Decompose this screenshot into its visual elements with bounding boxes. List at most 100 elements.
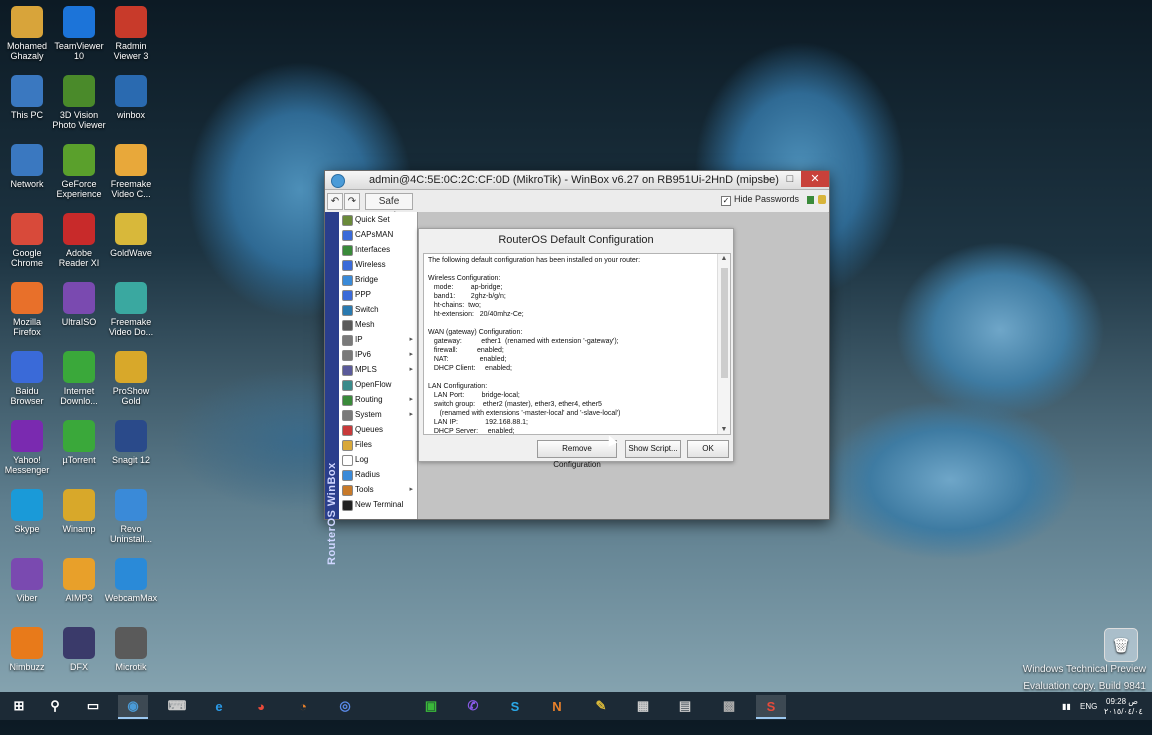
- vertical-scrollbar[interactable]: ▲ ▼: [717, 254, 730, 434]
- menu-item-log[interactable]: Log: [339, 452, 417, 467]
- menu-item-interfaces[interactable]: Interfaces: [339, 242, 417, 257]
- scroll-up-icon[interactable]: ▲: [720, 255, 728, 262]
- menu-item-label: Bridge: [355, 275, 379, 284]
- menu-item-quick-set[interactable]: Quick Set: [339, 212, 417, 227]
- chrome-taskbar-icon[interactable]: ◕: [246, 695, 276, 717]
- menu-item-ipv6[interactable]: IPv6 ▸: [339, 347, 417, 362]
- winbox-taskbar-icon[interactable]: ◉: [118, 695, 148, 719]
- desktop-icon-mikrotik[interactable]: Microtik: [100, 627, 162, 672]
- desktop-icon-freemake-downloader[interactable]: Freemake Video Do...: [100, 282, 162, 337]
- bridge-icon: [342, 275, 353, 286]
- desktop-icon-winbox[interactable]: winbox: [100, 75, 162, 120]
- config-line: [428, 319, 714, 328]
- checkbox-checked-icon: ✓: [720, 196, 731, 206]
- menu-item-label: MPLS: [355, 365, 377, 374]
- config-line: switch group: ether2 (master), ether3, e…: [428, 401, 602, 408]
- webcammax-icon: [115, 558, 147, 590]
- maximize-button[interactable]: □: [779, 171, 801, 187]
- desktop-icon-proshow[interactable]: ProShow Gold: [100, 351, 162, 406]
- ie-icon[interactable]: e: [204, 695, 234, 717]
- paint-taskbar-icon[interactable]: ✎: [586, 695, 616, 717]
- safe-mode-button[interactable]: Safe Mode: [365, 193, 413, 222]
- menu-item-routing[interactable]: Routing ▸: [339, 392, 417, 407]
- menu-item-tools[interactable]: Tools ▸: [339, 482, 417, 497]
- screen-taskbar-icon[interactable]: ▩: [714, 695, 744, 717]
- search-icon[interactable]: ⚲: [40, 695, 70, 717]
- ipv6-icon: [342, 350, 353, 361]
- firefox-icon: [11, 282, 43, 314]
- minimize-button[interactable]: –: [757, 171, 779, 187]
- language-indicator[interactable]: ENG: [1080, 702, 1097, 730]
- proshow-icon: [115, 351, 147, 383]
- nimbuzz-taskbar-icon[interactable]: N: [542, 695, 572, 717]
- menu-item-new-terminal[interactable]: New Terminal: [339, 497, 417, 512]
- ok-button[interactable]: OK: [687, 440, 729, 458]
- notepad-taskbar-icon[interactable]: ▤: [670, 695, 700, 717]
- scroll-down-icon[interactable]: ▼: [720, 426, 728, 433]
- redo-button[interactable]: ↷: [344, 193, 360, 210]
- scrollbar-thumb[interactable]: [721, 268, 728, 378]
- undo-button[interactable]: ↶: [327, 193, 343, 210]
- task-view-icon[interactable]: ▭: [78, 695, 108, 717]
- goldwave-icon: [115, 213, 147, 245]
- menu-item-bridge[interactable]: Bridge: [339, 272, 417, 287]
- config-line: LAN IP: 192.168.88.1;: [428, 419, 528, 426]
- desktop-icon-label: GoldWave: [110, 248, 152, 258]
- baidu-icon: [11, 351, 43, 383]
- store-taskbar-icon[interactable]: ▣: [416, 695, 446, 717]
- desktop-icon-webcammax[interactable]: WebcamMax: [100, 558, 162, 603]
- close-button[interactable]: ✕: [801, 171, 829, 187]
- config-textbox[interactable]: The following default configuration has …: [423, 253, 731, 435]
- desktop-icon-label: Freemake Video Do...: [108, 317, 154, 337]
- config-line: gateway: ether1 (renamed with extension …: [428, 338, 619, 345]
- menu-item-ppp[interactable]: PPP: [339, 287, 417, 302]
- menu-item-mpls[interactable]: MPLS ▸: [339, 362, 417, 377]
- menu-item-system[interactable]: System ▸: [339, 407, 417, 422]
- window-titlebar[interactable]: admin@4C:5E:0C:2C:CF:0D (MikroTik) - Win…: [325, 171, 829, 190]
- menu-item-capsman[interactable]: CAPsMAN: [339, 227, 417, 242]
- config-line: DHCP Client: enabled;: [428, 365, 512, 372]
- menu-item-queues[interactable]: Queues: [339, 422, 417, 437]
- interfaces-icon: [342, 245, 353, 256]
- menu-item-openflow[interactable]: OpenFlow: [339, 377, 417, 392]
- firefox-taskbar-icon[interactable]: ◔: [288, 695, 318, 717]
- queues-icon: [342, 425, 353, 436]
- computer-icon: [11, 75, 43, 107]
- desktop-icon-recycle-bin[interactable]: 🗑: [1090, 628, 1152, 665]
- menu-item-mesh[interactable]: Mesh: [339, 317, 417, 332]
- sidebar: RouterOS WinBox Quick Set CAPsMAN Interfac…: [325, 212, 418, 565]
- desktop-icon-goldwave[interactable]: GoldWave: [100, 213, 162, 258]
- desktop-icon-radmin[interactable]: Radmin Viewer 3: [100, 6, 162, 61]
- clock-date[interactable]: ٢٠١٥/٠٤/٠٤: [1104, 707, 1143, 735]
- desktop-icon-label: Revo Uninstall...: [109, 524, 153, 544]
- winbox-icon: [115, 75, 147, 107]
- hide-passwords-checkbox[interactable]: ✓ Hide Passwords: [720, 194, 799, 206]
- menu-item-label: New Terminal: [355, 500, 404, 509]
- desktop-icon-revo[interactable]: Revo Uninstall...: [100, 489, 162, 544]
- snagit-taskbar-icon[interactable]: S: [756, 695, 786, 719]
- tray-network-icon[interactable]: ▮▮: [1062, 702, 1071, 730]
- desktop-icon-freemake[interactable]: Freemake Video C...: [100, 144, 162, 199]
- radius-icon: [342, 470, 353, 481]
- submenu-arrow-icon: ▸: [409, 486, 413, 493]
- status-indicator-icon: [807, 196, 814, 204]
- config-line: DHCP Server: enabled;: [428, 428, 515, 435]
- desktop-icon-snagit[interactable]: Snagit 12: [100, 420, 162, 465]
- calculator-taskbar-icon[interactable]: ▦: [628, 695, 658, 717]
- baidu-taskbar-icon[interactable]: ◎: [330, 695, 360, 717]
- menu-item-label: OpenFlow: [355, 380, 392, 389]
- menu-item-ip[interactable]: IP ▸: [339, 332, 417, 347]
- menu-item-switch[interactable]: Switch: [339, 302, 417, 317]
- windows-start-icon[interactable]: ⊞: [4, 695, 34, 717]
- menu-item-files[interactable]: Files: [339, 437, 417, 452]
- viber-taskbar-icon[interactable]: ✆: [458, 695, 488, 717]
- app-taskbar-icon[interactable]: ⌨: [162, 695, 192, 717]
- skype-taskbar-icon[interactable]: S: [500, 695, 530, 717]
- remove-configuration-button[interactable]: Remove Configuration: [537, 440, 617, 469]
- dfx-icon: [63, 627, 95, 659]
- menu-item-wireless[interactable]: Wireless: [339, 257, 417, 272]
- menu-item-radius[interactable]: Radius: [339, 467, 417, 482]
- menu-item-label: Mesh: [355, 320, 375, 329]
- aimp-icon: [63, 558, 95, 590]
- show-script-button[interactable]: Show Script...: [625, 440, 681, 458]
